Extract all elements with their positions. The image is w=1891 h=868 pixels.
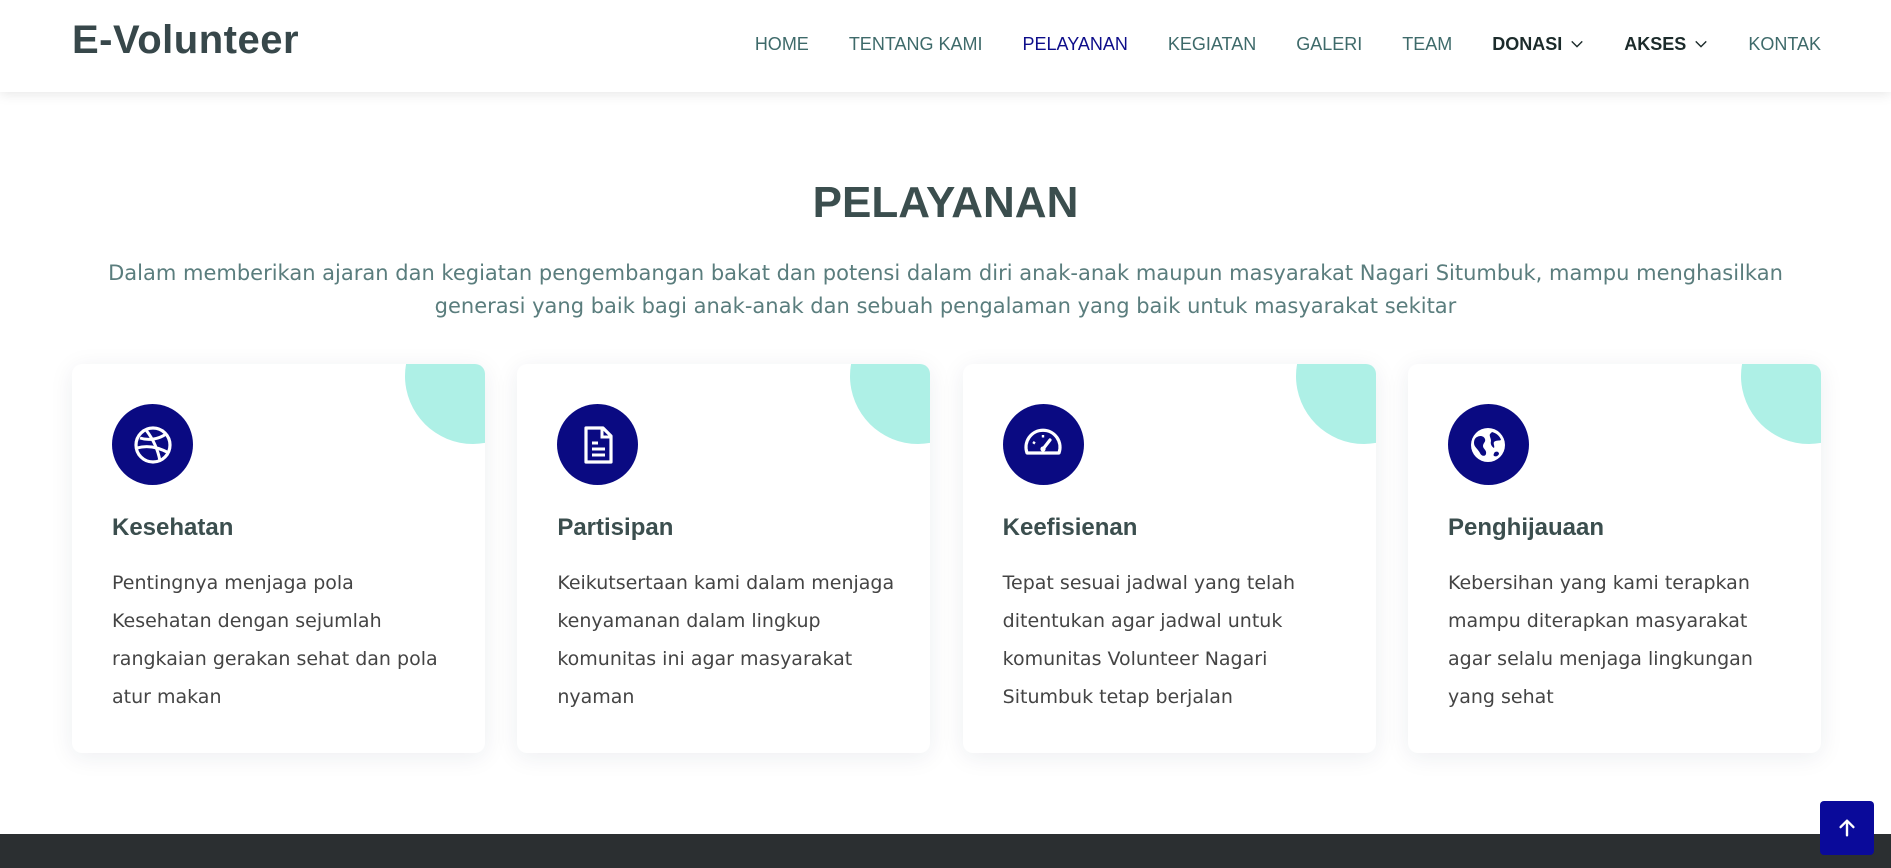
card-corner-decoration — [1740, 364, 1821, 444]
next-section-band — [0, 834, 1891, 868]
service-card-keefisienan[interactable]: Keefisienan Tepat sesuai jadwal yang tel… — [962, 364, 1376, 753]
nav-item-label: TENTANG KAMI — [848, 33, 983, 54]
nav-item-home[interactable]: HOME — [755, 34, 809, 55]
service-card-kesehatan[interactable]: Kesehatan Pentingnya menjaga pola Keseha… — [72, 364, 485, 753]
section-title: PELAYANAN — [812, 178, 1079, 227]
card-title: Penghijauaan — [1447, 514, 1605, 541]
card-text: Kebersihan yang kami terapkan mampu dite… — [1447, 572, 1753, 708]
card-corner-decoration — [405, 364, 485, 444]
service-card-partisipan[interactable]: Partisipan Keikutsertaan kami dalam menj… — [517, 364, 931, 753]
site-logo[interactable]: E-Volunteer — [72, 18, 299, 63]
globe-icon — [1471, 427, 1506, 462]
section-description: Dalam memberikan ajaran dan kegiatan pen… — [108, 261, 1783, 318]
speedometer-icon — [1024, 428, 1062, 455]
nav-item-label: TEAM — [1402, 33, 1453, 54]
nav-item-label: GALERI — [1296, 33, 1363, 54]
chevron-down-icon — [1571, 40, 1584, 48]
nav-item-label: HOME — [754, 33, 809, 54]
card-text: Pentingnya menjaga pola Kesehatan dengan… — [112, 572, 438, 708]
back-to-top-button[interactable] — [1820, 801, 1874, 855]
nav-item-team[interactable]: TEAM — [1402, 34, 1452, 55]
nav-item-donasi[interactable]: DONASI — [1492, 34, 1584, 55]
document-icon — [584, 425, 613, 464]
nav-item-kegiatan[interactable]: KEGIATAN — [1168, 34, 1256, 55]
card-icon-badge — [557, 404, 639, 485]
card-title: Partisipan — [557, 514, 674, 541]
service-cards: Kesehatan Pentingnya menjaga pola Keseha… — [72, 364, 1821, 753]
chevron-down-icon — [1695, 40, 1708, 48]
card-corner-decoration — [850, 364, 931, 444]
card-text: Keikutsertaan kami dalam menjaga kenyama… — [557, 572, 895, 708]
nav-item-label: KONTAK — [1748, 33, 1821, 54]
nav-item-akses[interactable]: AKSES — [1624, 34, 1708, 55]
nav-item-galeri[interactable]: GALERI — [1296, 34, 1362, 55]
card-icon-badge — [1447, 404, 1529, 485]
card-title: Kesehatan — [112, 514, 234, 541]
nav-item-pelayanan[interactable]: PELAYANAN — [1023, 34, 1128, 55]
nav-item-label: DONASI — [1492, 33, 1563, 54]
dribbble-icon — [133, 425, 172, 464]
service-card-penghijauaan[interactable]: Penghijauaan Kebersihan yang kami terapk… — [1407, 364, 1821, 753]
card-text: Tepat sesuai jadwal yang telah ditentuka… — [1002, 572, 1296, 708]
card-title: Keefisienan — [1002, 514, 1138, 541]
main-nav: HOME TENTANG KAMI PELAYANAN KEGIATAN GAL… — [715, 0, 1821, 88]
card-corner-decoration — [1295, 364, 1376, 444]
nav-item-label: PELAYANAN — [1022, 33, 1128, 54]
card-icon-badge — [112, 404, 193, 485]
nav-item-label: AKSES — [1624, 33, 1687, 54]
nav-item-kontak[interactable]: KONTAK — [1748, 34, 1821, 55]
arrow-up-icon — [1839, 819, 1855, 837]
site-header: E-Volunteer HOME TENTANG KAMI PELAYANAN … — [0, 0, 1891, 92]
nav-item-label: KEGIATAN — [1167, 33, 1257, 54]
card-icon-badge — [1002, 404, 1084, 485]
nav-item-tentang-kami[interactable]: TENTANG KAMI — [849, 34, 983, 55]
